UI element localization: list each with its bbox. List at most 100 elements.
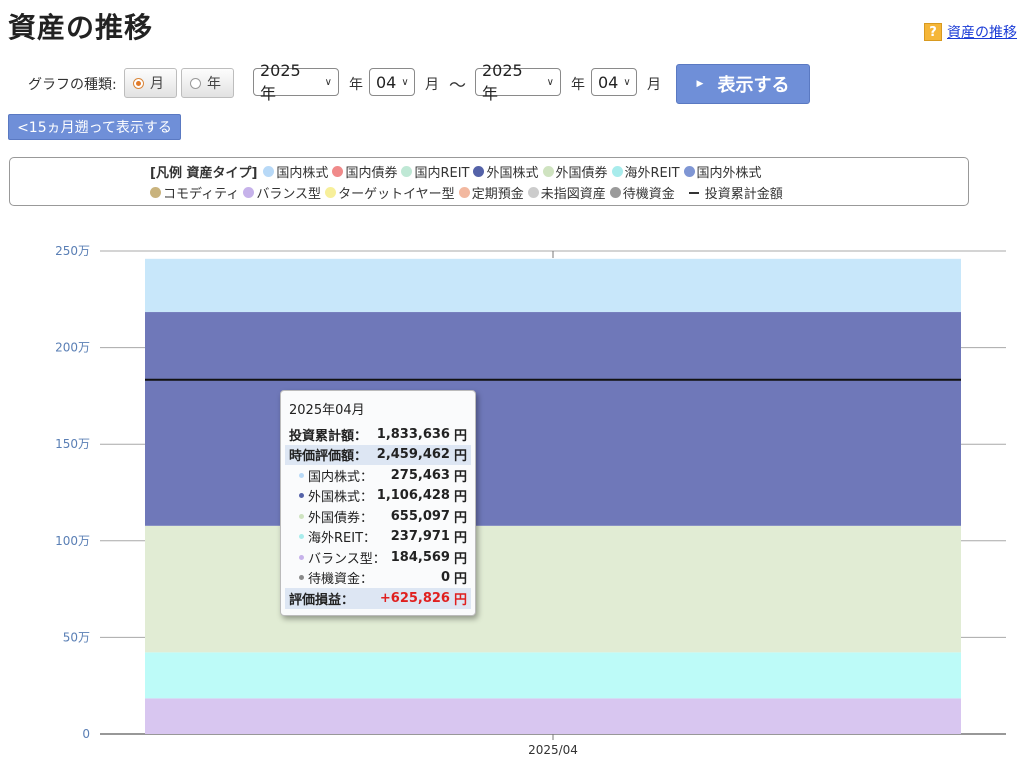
start-year-unit: 年	[349, 77, 363, 93]
legend-item-label: ターゲットイヤー型	[338, 187, 455, 202]
legend-item[interactable]: 国内REIT	[401, 162, 469, 181]
tooltip-row-value: 655,097	[390, 508, 450, 524]
legend-item[interactable]: 海外REIT	[611, 162, 680, 181]
series-dot-icon	[299, 575, 304, 581]
legend-item-label: 未指図資産	[540, 187, 606, 202]
legend-item[interactable]: 国内株式	[263, 162, 328, 181]
legend-item[interactable]: ターゲットイヤー型	[325, 183, 455, 202]
end-month-unit: 月	[647, 77, 661, 93]
x-tick-label: 2025/04	[528, 743, 578, 757]
legend-dot-icon	[325, 187, 337, 198]
legend-item[interactable]: 外国債券	[542, 162, 608, 181]
tooltip-row-label: 時価評価額：	[289, 449, 368, 465]
legend-line-icon	[688, 191, 699, 194]
tooltip-row-label: 外国債券：	[308, 510, 374, 526]
show-button-label: 表示する	[717, 75, 790, 96]
legend-item[interactable]: 国内債券	[332, 162, 397, 181]
tooltip-row-value: 1,106,428	[376, 488, 450, 504]
legend-item[interactable]: 外国株式	[473, 162, 539, 181]
radio-year-dot-icon	[190, 77, 201, 89]
legend-item[interactable]: 未指図資産	[527, 183, 606, 202]
bar-segment	[145, 525, 961, 653]
tooltip-row: 投資累計額： 1,833,636 円	[285, 424, 471, 445]
legend-dot-icon	[458, 187, 470, 198]
radio-month-dot-icon	[133, 77, 144, 89]
page-title: 資産の推移	[8, 11, 154, 44]
play-icon: ▶	[696, 79, 704, 89]
bar-segment	[145, 312, 961, 526]
legend-dot-icon	[150, 187, 161, 198]
tooltip-row-label: バランス型：	[308, 551, 386, 567]
tooltip-row-label: 評価損益：	[289, 592, 355, 608]
chevron-down-icon: ∨	[401, 76, 409, 88]
start-month-select[interactable]: 04 ∨	[369, 68, 415, 96]
series-dot-icon	[299, 554, 304, 560]
legend-item-label: 国内外株式	[696, 166, 762, 181]
radio-year[interactable]: 年	[181, 68, 234, 98]
tooltip-row-value: +625,826	[379, 590, 450, 606]
tooltip-row-value: 2,459,462	[376, 447, 450, 463]
tooltip-row-unit: 円	[453, 531, 467, 547]
end-year-select[interactable]: 2025 年 ∨	[475, 61, 561, 103]
tooltip-row-unit: 円	[453, 428, 467, 444]
tooltip-row: 海外REIT： 237,971 円	[285, 527, 471, 548]
show-button[interactable]: ▶ 表示する	[676, 64, 810, 104]
y-tick-label: 100万	[55, 534, 90, 548]
legend-item-line[interactable]: 投資累計金額	[679, 183, 783, 202]
tooltip-row-unit: 円	[453, 490, 467, 506]
tooltip-row-value: 184,569	[390, 549, 450, 565]
chevron-down-icon: ∨	[546, 76, 554, 88]
tooltip-row-unit: 円	[453, 572, 467, 588]
back-15-months-button[interactable]: <15ヵ月遡って表示する	[8, 114, 181, 140]
start-year-value: 2025 年	[260, 60, 301, 103]
tooltip-row-unit: 円	[453, 469, 467, 485]
range-separator: 〜	[449, 76, 466, 96]
legend-item[interactable]: 定期預金	[458, 183, 524, 202]
legend-dot-icon	[473, 166, 485, 177]
tooltip-row: 外国株式： 1,106,428 円	[285, 486, 471, 507]
legend-item[interactable]: 待機資金	[609, 183, 675, 202]
series-dot-icon	[299, 493, 304, 499]
radio-month[interactable]: 月	[124, 68, 177, 98]
legend-item-label: 国内債券	[345, 166, 398, 181]
end-month-select[interactable]: 04 ∨	[591, 68, 637, 96]
series-dot-icon	[299, 513, 304, 519]
controls-bar: グラフの種類: 月 年 2025 年 ∨ 年 04 ∨ 月 〜 2025 年 ∨ 年 …	[0, 61, 1024, 104]
graph-type-label: グラフの種類:	[28, 77, 117, 93]
help-link[interactable]: ? 資産の推移	[924, 22, 1017, 42]
legend-item-label: 定期預金	[471, 187, 524, 202]
y-tick-label: 50万	[63, 630, 90, 644]
legend-item-label: 海外REIT	[624, 166, 680, 181]
legend-item-label: 国内REIT	[414, 166, 470, 181]
help-icon: ?	[924, 23, 942, 41]
tooltip-row: 外国債券： 655,097 円	[285, 506, 471, 527]
legend-item-label: 外国株式	[486, 166, 539, 181]
bar-segment	[145, 258, 961, 313]
start-month-unit: 月	[425, 77, 439, 93]
end-month-value: 04	[598, 72, 619, 92]
legend-dot-icon	[401, 166, 413, 177]
y-tick-label: 250万	[55, 244, 90, 258]
start-year-select[interactable]: 2025 年 ∨	[253, 61, 339, 103]
legend-item[interactable]: コモディティ	[150, 183, 239, 202]
tooltip-row-label: 待機資金：	[308, 572, 374, 588]
chevron-down-icon: ∨	[324, 76, 332, 88]
legend-line-label: 投資累計金額	[704, 187, 783, 202]
radio-year-label: 年	[207, 76, 221, 92]
help-link-text[interactable]: 資産の推移	[947, 22, 1017, 42]
tooltip-row-value: 0	[440, 570, 450, 586]
start-month-value: 04	[376, 72, 397, 92]
legend-dot-icon	[243, 187, 255, 198]
tooltip-row-value: 237,971	[390, 529, 450, 545]
legend-item-label: バランス型	[256, 187, 322, 202]
legend-dot-icon	[263, 166, 275, 177]
legend-dot-icon	[683, 166, 695, 177]
radio-month-label: 月	[150, 76, 164, 92]
legend-item-label: コモディティ	[163, 187, 240, 202]
legend-item[interactable]: 国内外株式	[683, 162, 762, 181]
legend-box: [凡例 資産タイプ] 国内株式 国内債券 国内REIT 外国株式 外国債券 海外REIT 国…	[9, 157, 969, 206]
tooltip-row: バランス型： 184,569 円	[285, 547, 471, 568]
legend-item[interactable]: バランス型	[243, 183, 321, 202]
chart-tooltip: 2025年04月 投資累計額： 1,833,636 円時価評価額： 2,459,462…	[280, 390, 476, 616]
end-year-value: 2025 年	[482, 60, 523, 103]
